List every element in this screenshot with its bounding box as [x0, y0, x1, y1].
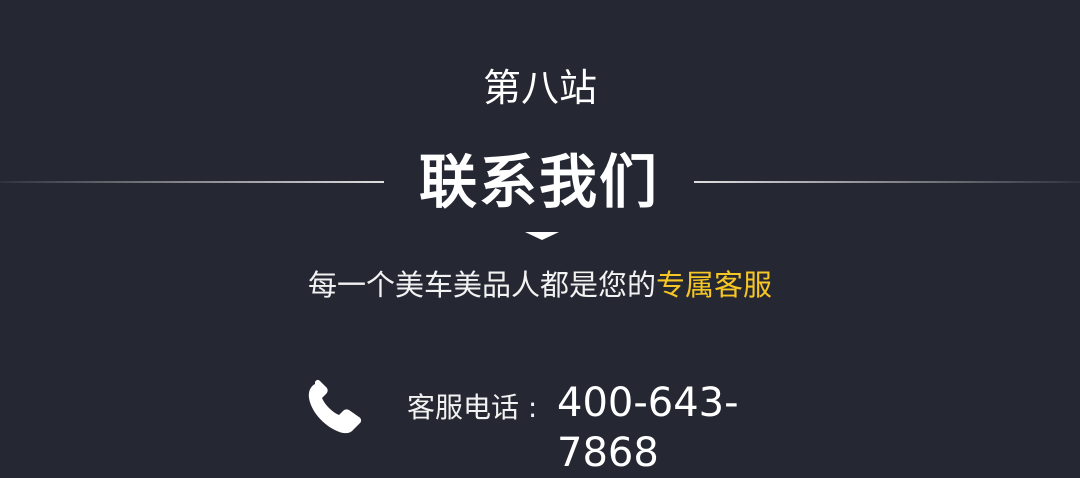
divider-right: [694, 181, 1080, 183]
contact-phone: 客服电话 : 400-643-7868: [305, 376, 825, 476]
section-title: 联系我们: [418, 148, 659, 216]
down-pointer-icon: [525, 232, 559, 240]
contact-label: 客服电话 :: [407, 391, 538, 424]
phone-number[interactable]: 400-643-7868: [557, 378, 825, 478]
section-title-row: 联系我们: [0, 148, 1080, 216]
tagline-text: 每一个美车美品人都是您的: [307, 268, 656, 302]
station-label: 第八站: [482, 66, 597, 110]
tagline-highlight: 专属客服: [656, 268, 773, 302]
tagline: 每一个美车美品人都是您的专属客服: [0, 265, 1080, 305]
divider-left: [0, 181, 384, 183]
phone-icon: [305, 378, 369, 436]
